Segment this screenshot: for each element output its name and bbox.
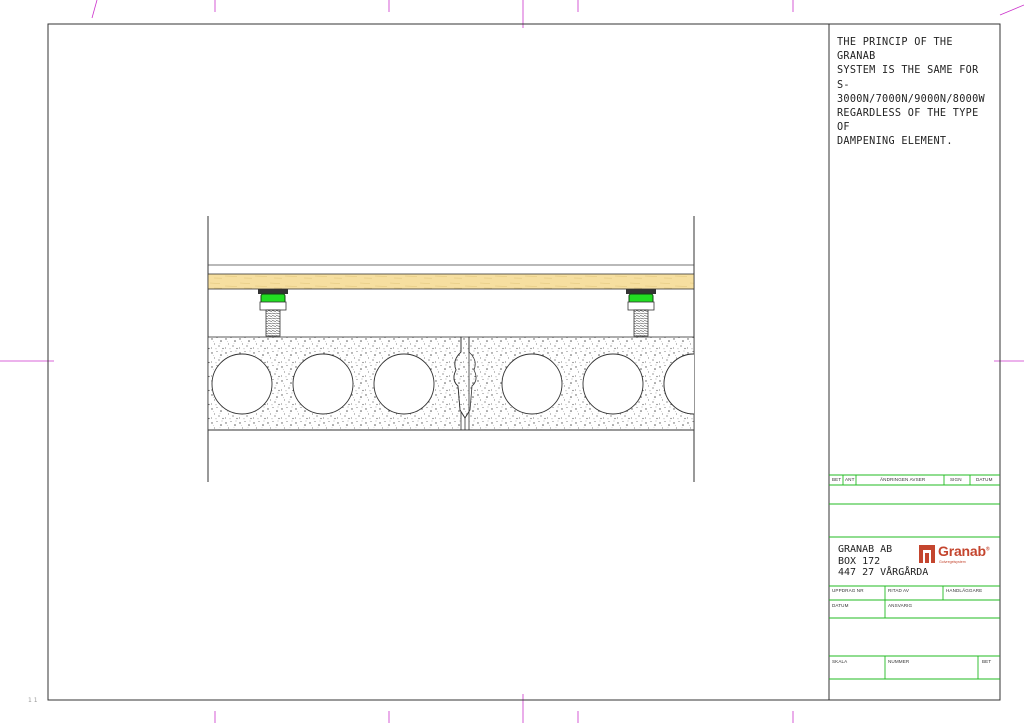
company-address: GRANAB AB BOX 172 447 27 VÅRGÅRDA: [838, 544, 928, 579]
design-note: THE PRINCIP OF THE GRANAB SYSTEM IS THE …: [837, 37, 985, 148]
header-ant: ANT: [845, 477, 855, 482]
field-uppdrag-nr: UPPDRAG NR: [832, 588, 864, 593]
logo-tagline: Golvregelsystem: [939, 560, 966, 564]
field-ritad-av: RITAD AV: [888, 588, 910, 593]
floor-section-detail: [207, 216, 695, 482]
granab-logo: Granab® Golvregelsystem: [917, 543, 995, 569]
address-line-2: BOX 172: [838, 555, 881, 567]
header-datum: DATUM: [976, 477, 993, 482]
address-line-3: 447 27 VÅRGÅRDA: [838, 567, 929, 579]
hollow-core-slab-right: [468, 336, 695, 431]
header-sign: SIGN: [950, 477, 962, 482]
floor-board: [207, 273, 695, 290]
header-bet: BET: [832, 477, 842, 482]
hollow-core-slab-left: [207, 336, 462, 431]
field-nummer: NUMMER: [888, 659, 910, 664]
field-ansvarig: ANSVARIG: [888, 603, 913, 608]
field-skala: SKALA: [832, 659, 848, 664]
logo-wordmark: Granab®: [938, 543, 990, 559]
field-datum: DATUM: [832, 603, 849, 608]
corner-mark: 1 1: [28, 697, 38, 704]
address-line-1: GRANAB AB: [838, 544, 893, 555]
field-handlaggare: HANDLÄGGARE: [946, 588, 983, 593]
header-andringen: ÄNDRINGEN AVSER: [880, 477, 926, 482]
field-bet: BET: [982, 659, 992, 664]
granab-logo-icon: [919, 545, 935, 563]
